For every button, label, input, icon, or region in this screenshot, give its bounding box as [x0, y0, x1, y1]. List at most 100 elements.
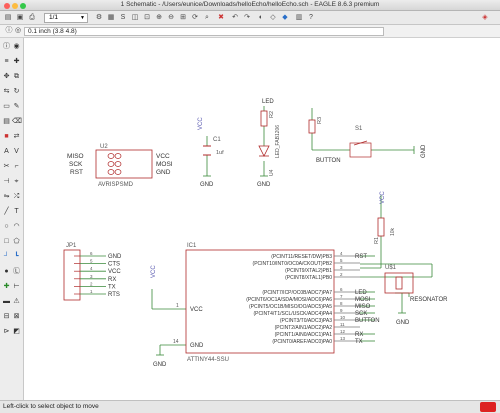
- u2-pin-rst: RST: [70, 169, 83, 176]
- miter-tool-icon[interactable]: ⌐: [12, 162, 21, 171]
- erc-tool-icon[interactable]: ▬: [2, 297, 11, 306]
- sheet-value: 1/1: [49, 14, 59, 21]
- window-title: 1 Schematic - /Users/eunice/Downloads/he…: [120, 1, 380, 8]
- ic1-net-label: TX: [355, 339, 363, 345]
- ic1-value: ATTINY44-SSU: [187, 357, 229, 363]
- circle-tool-icon[interactable]: ○: [2, 222, 11, 231]
- zoom-fit-icon[interactable]: ⊡: [142, 13, 152, 23]
- dimension-tool-icon[interactable]: ⊢: [12, 282, 21, 291]
- schematic-canvas[interactable]: U2 MISO SCK RST VCC MOSI GND AVRISPSMD V…: [25, 38, 500, 400]
- u2-pin-miso: MISO: [67, 153, 84, 160]
- fusion-sync-icon[interactable]: ◆: [280, 13, 290, 23]
- zoom-out-icon[interactable]: ⊖: [166, 13, 176, 23]
- attribute-tool-icon[interactable]: ✚: [2, 282, 11, 291]
- u2-avrisp-part[interactable]: U2 MISO SCK RST VCC MOSI GND AVRISPSMD: [67, 144, 173, 188]
- minimize-window-button[interactable]: [12, 2, 18, 9]
- undo-icon[interactable]: ↶: [230, 13, 240, 23]
- group-tool-icon[interactable]: ▭: [2, 102, 11, 111]
- smash-tool-icon[interactable]: ✂: [2, 162, 11, 171]
- move-tool-icon[interactable]: ✥: [2, 72, 11, 81]
- cam-icon[interactable]: ⚙: [94, 13, 104, 23]
- make-logo-icon[interactable]: ◈: [476, 13, 494, 23]
- show-icon[interactable]: ◎: [13, 26, 23, 36]
- module-tool-icon[interactable]: ⊠: [12, 312, 21, 321]
- ic1-vcc-net-label: VCC: [151, 265, 157, 278]
- drc-tool-icon[interactable]: ◩: [12, 327, 21, 336]
- polygon-tool-icon[interactable]: ⬠: [12, 237, 21, 246]
- mirror-tool-icon[interactable]: ⇆: [2, 87, 11, 96]
- u2-body: [95, 149, 153, 179]
- ic1-net-label: SCK: [355, 311, 367, 317]
- ic1-pin-label: (PCINT10/INT0/OC0A/CKOUT)PB2: [253, 261, 333, 267]
- c1-value: 1uf: [216, 150, 224, 156]
- ic1-vcc-pin-number: 1: [176, 303, 179, 309]
- stop-icon[interactable]: ✖: [216, 13, 226, 23]
- split-tool-icon[interactable]: ⊣: [2, 177, 11, 186]
- port-tool-icon[interactable]: ⊳: [2, 327, 11, 336]
- rotate-tool-icon[interactable]: ↻: [12, 87, 21, 96]
- script-icon[interactable]: S: [118, 13, 128, 23]
- zoom-area-icon[interactable]: ⌕: [202, 13, 212, 23]
- frame-tool-icon[interactable]: ⊟: [2, 312, 11, 321]
- r1-name: R1: [374, 237, 380, 244]
- jp1-net-label: RX: [108, 277, 116, 283]
- save-icon[interactable]: ▣: [15, 13, 25, 23]
- bus-tool-icon[interactable]: ┗: [12, 252, 21, 261]
- ic1-attiny44-part[interactable]: IC1 VCC GND 1 14 ATTINY44-SSU VCC GND (P…: [151, 243, 380, 368]
- zoom-select-icon[interactable]: ⊞: [178, 13, 188, 23]
- info-tool-icon[interactable]: ⓘ: [2, 42, 11, 51]
- net-tool-icon[interactable]: ┘: [2, 252, 11, 261]
- r1-resistor-part[interactable]: VCC R1 10k: [374, 191, 396, 244]
- gateswap-tool-icon[interactable]: ⇋: [2, 192, 11, 201]
- help-icon[interactable]: ?: [306, 13, 316, 23]
- design-link-icon[interactable]: ◇: [268, 13, 278, 23]
- paste-tool-icon[interactable]: ▤: [2, 117, 11, 126]
- open-icon[interactable]: ▤: [3, 13, 13, 23]
- change-tool-icon[interactable]: ✎: [12, 102, 21, 111]
- pinswap-tool-icon[interactable]: ⤮: [12, 192, 21, 201]
- errors-tool-icon[interactable]: ⚠: [12, 297, 21, 306]
- value-tool-icon[interactable]: V: [12, 147, 21, 156]
- board-icon[interactable]: ▦: [106, 13, 116, 23]
- redraw-icon[interactable]: ⟳: [190, 13, 200, 23]
- redo-icon[interactable]: ↷: [242, 13, 252, 23]
- command-line-input[interactable]: 0.1 inch (3.8 4.8): [24, 27, 384, 36]
- print-icon[interactable]: ⎙: [27, 13, 37, 23]
- arc-tool-icon[interactable]: ◠: [12, 222, 21, 231]
- button-part[interactable]: R3 S1 BUTTON GND: [308, 117, 427, 164]
- mark-tool-icon[interactable]: ✚: [12, 57, 21, 66]
- add-tool-icon[interactable]: ■: [2, 132, 11, 141]
- ic1-pin-label: (PCINT4/T1/SCL/USCK/ADC4)PA4: [253, 311, 332, 317]
- junction-tool-icon[interactable]: ●: [2, 267, 11, 276]
- r3-resistor-body: [308, 119, 316, 134]
- run-ulp-icon[interactable]: ◫: [130, 13, 140, 23]
- c1-vcc-label: VCC: [198, 117, 204, 130]
- line-tool-icon[interactable]: ╱: [2, 207, 11, 216]
- jp1-header-part[interactable]: JP1 6 GND 5 CTS 4 VCC 3 RX 2 TX 1 RTS: [63, 243, 122, 301]
- erc-icon[interactable]: ◐: [256, 13, 266, 23]
- stop-button[interactable]: [480, 402, 496, 412]
- layers-tool-icon[interactable]: ≡: [2, 57, 11, 66]
- delete-tool-icon[interactable]: ⌫: [12, 117, 22, 126]
- close-window-button[interactable]: [4, 2, 10, 9]
- zoom-in-icon[interactable]: ⊕: [154, 13, 164, 23]
- rect-tool-icon[interactable]: □: [2, 237, 11, 246]
- ic1-pin-label: (PCINT7/ICP/OC0B/ADC7)PA7: [262, 290, 332, 296]
- resonator-part[interactable]: U$1 RESONATOR GND: [384, 265, 448, 326]
- ic1-pin-number: 7: [340, 294, 343, 299]
- parameter-toolbar: ⓘ ◎ 0.1 inch (3.8 4.8): [0, 25, 500, 38]
- ic1-pin-label: (PCINT9/XTAL2)PB1: [285, 268, 332, 274]
- show-tool-icon[interactable]: ◉: [12, 42, 21, 51]
- name-tool-icon[interactable]: A: [2, 147, 11, 156]
- invoke-tool-icon[interactable]: ⌖: [12, 177, 21, 186]
- sheet-selector[interactable]: 1/1 ▼: [44, 13, 88, 23]
- text-tool-icon[interactable]: T: [12, 207, 21, 216]
- zoom-window-button[interactable]: [20, 2, 26, 9]
- replace-tool-icon[interactable]: ⇄: [12, 132, 21, 141]
- label-tool-icon[interactable]: Ⓛ: [12, 267, 21, 276]
- led-chain-part[interactable]: LED R2 LED_FAB1206 U4 GND: [257, 99, 281, 188]
- copy-tool-icon[interactable]: ⧉: [12, 72, 21, 81]
- library-icon[interactable]: ▥: [294, 13, 304, 23]
- c1-capacitor-part[interactable]: VCC C1 1uf GND: [198, 117, 224, 188]
- grid-readout: 0.1 inch (3.8 4.8): [28, 28, 77, 35]
